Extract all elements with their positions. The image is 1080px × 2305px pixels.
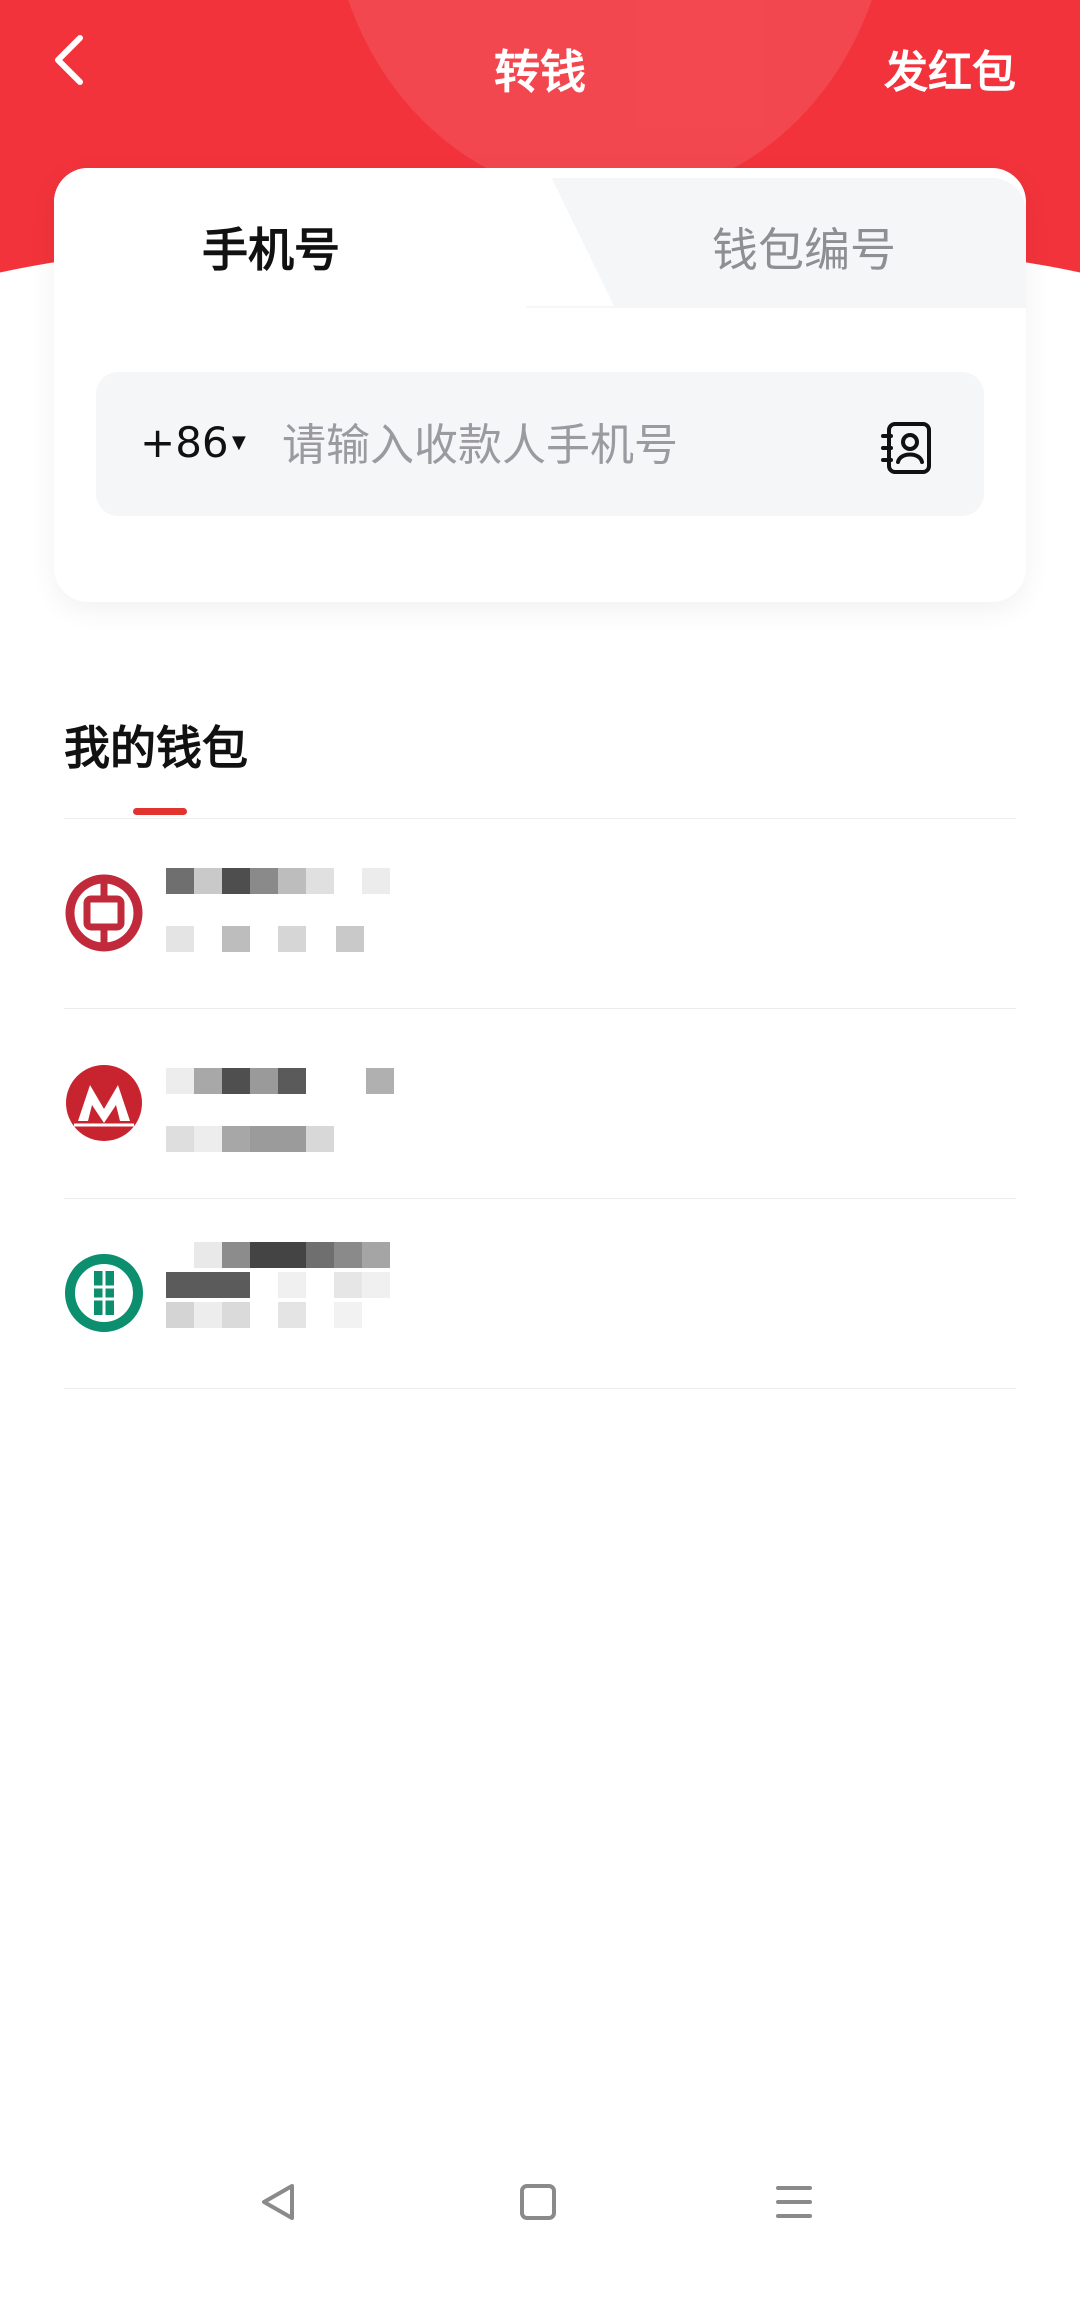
my-wallet-title: 我的钱包 xyxy=(64,721,248,775)
square-home-icon[interactable] xyxy=(516,2180,560,2224)
divider xyxy=(64,1198,1016,1199)
contact-book-icon[interactable] xyxy=(880,420,936,476)
phone-input-box: +86 ▼ xyxy=(96,372,984,516)
china-merchants-bank-logo xyxy=(66,1065,142,1141)
tab-wallet-id-label[interactable]: 钱包编号 xyxy=(712,214,896,280)
phone-input[interactable] xyxy=(280,406,844,484)
divider xyxy=(64,1388,1016,1389)
transfer-card: 手机号 钱包编号 +86 ▼ xyxy=(54,168,1026,602)
bank-of-china-logo xyxy=(65,874,143,952)
divider xyxy=(64,1008,1016,1009)
agricultural-bank-logo xyxy=(65,1254,143,1332)
section-underline xyxy=(133,808,187,815)
triangle-back-icon[interactable] xyxy=(256,2180,300,2224)
menu-lines-icon[interactable] xyxy=(772,2180,816,2224)
wallet-item-china-merchants-bank[interactable] xyxy=(0,1010,1080,1198)
red-packet-button[interactable]: 发红包 xyxy=(884,36,1016,100)
divider xyxy=(64,818,1016,819)
caret-down-icon: ▼ xyxy=(232,432,246,453)
wallet-item-bank-of-china[interactable] xyxy=(0,820,1080,1008)
wallet-item-agricultural-bank[interactable] xyxy=(0,1200,1080,1388)
country-code-selector[interactable]: +86 xyxy=(140,418,229,467)
tab-phone-label[interactable]: 手机号 xyxy=(202,214,340,280)
